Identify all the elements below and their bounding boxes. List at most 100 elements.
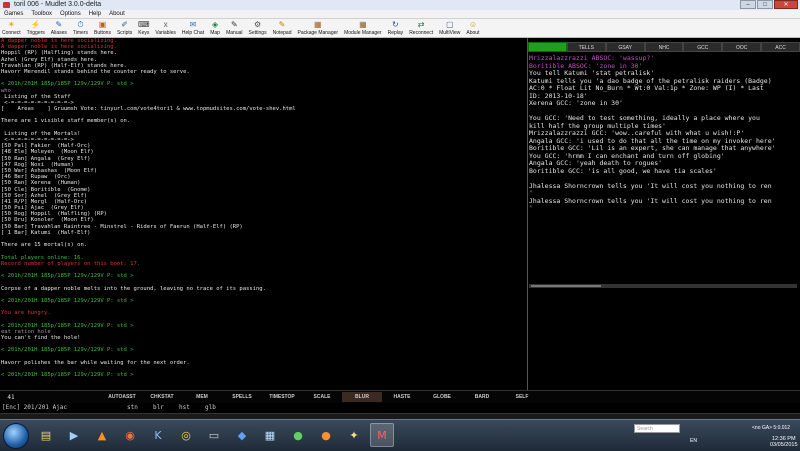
toolbar-manual-button[interactable]: ✎ Manual bbox=[226, 19, 242, 36]
firefox-icon[interactable]: ◉ bbox=[118, 423, 142, 447]
toolbar-reconnect-button[interactable]: ⇄ Reconnect bbox=[409, 19, 433, 36]
toolbar-keys-button[interactable]: ⌨ Keys bbox=[138, 19, 150, 36]
button-self[interactable]: SELF bbox=[502, 392, 542, 402]
toolbar-label: Map bbox=[210, 30, 220, 36]
menu-help[interactable]: Help bbox=[89, 10, 101, 18]
app-grid-icon[interactable]: ▦ bbox=[258, 423, 282, 447]
module-manager-icon: ▦ bbox=[359, 20, 367, 29]
menu-options[interactable]: Options bbox=[60, 10, 81, 18]
clock[interactable]: 12:36 PM 03/05/2015 bbox=[770, 436, 798, 448]
toolbar-package-manager-button[interactable]: ▦ Package Manager bbox=[297, 19, 338, 36]
button-spells[interactable]: SPELLS bbox=[222, 392, 262, 402]
app-orange-icon[interactable]: ● bbox=[314, 423, 338, 447]
menu-toolbox[interactable]: Toolbox bbox=[31, 10, 52, 18]
chat-tab-gsay[interactable]: GSAY bbox=[605, 42, 645, 52]
button-bard[interactable]: BARD bbox=[462, 392, 502, 402]
chat-tab-ooc[interactable]: OOC bbox=[722, 42, 762, 52]
chat-tab-nhc[interactable]: NHC bbox=[644, 42, 684, 52]
replay-icon: ↻ bbox=[392, 20, 399, 29]
toolbar-label: Notepad bbox=[272, 30, 292, 36]
button-blur[interactable]: BLUR bbox=[342, 392, 382, 402]
clock-date: 03/05/2015 bbox=[770, 442, 798, 448]
chat-tab-all[interactable] bbox=[528, 42, 567, 52]
file-explorer-icon[interactable]: ▤ bbox=[34, 423, 58, 447]
menu-about[interactable]: About bbox=[109, 10, 125, 18]
chat-tabs: TELLS GSAY NHC GCC OOC ACC bbox=[528, 42, 800, 54]
language-indicator[interactable]: EN bbox=[690, 438, 697, 444]
keys-icon: ⌨ bbox=[138, 20, 150, 29]
menu-games[interactable]: Games bbox=[4, 10, 23, 18]
chat-tab-tells[interactable]: TELLS bbox=[566, 42, 606, 52]
command-blr[interactable]: blr bbox=[153, 403, 164, 413]
button-haste[interactable]: HASTE bbox=[382, 392, 422, 402]
toolbar-settings-button[interactable]: ⚙ Settings bbox=[249, 19, 267, 36]
command-stn[interactable]: stn bbox=[127, 403, 138, 413]
media-player-icon[interactable]: ▶ bbox=[62, 423, 86, 447]
notepad-icon: ✎ bbox=[278, 20, 286, 29]
triggers-icon: ⚡ bbox=[30, 20, 41, 29]
connect-icon: ☀ bbox=[7, 20, 15, 29]
button-autoasst[interactable]: AUTOASST bbox=[102, 392, 142, 402]
mudlet-icon[interactable]: M bbox=[370, 423, 394, 447]
command-hst[interactable]: hst bbox=[179, 403, 190, 413]
app-monitor-icon[interactable]: ▭ bbox=[202, 423, 226, 447]
toolbar-aliases-button[interactable]: ✎ Aliases bbox=[51, 19, 67, 36]
toolbar-label: Module Manager bbox=[344, 30, 382, 36]
button-globe[interactable]: GLOBE bbox=[422, 392, 462, 402]
chrome-icon[interactable]: ◎ bbox=[174, 423, 198, 447]
package-manager-icon: ▦ bbox=[314, 20, 322, 29]
chat-tab-gcc[interactable]: GCC bbox=[683, 42, 723, 52]
toolbar-notepad-button[interactable]: ✎ Notepad bbox=[273, 19, 292, 36]
app-star-icon[interactable]: ✦ bbox=[342, 423, 366, 447]
toolbar-label: Scripts bbox=[116, 30, 133, 36]
chat-scroll-thumb[interactable] bbox=[531, 285, 601, 287]
toolbar-label: Help Chat bbox=[181, 30, 205, 36]
toolbar-label: Reconnect bbox=[409, 30, 434, 36]
aliases-icon: ✎ bbox=[55, 20, 63, 29]
vlc-icon[interactable]: ▲ bbox=[90, 423, 114, 447]
toolbar-label: Timers bbox=[72, 30, 88, 36]
toolbar-help-chat-button[interactable]: ✉ Help Chat bbox=[182, 19, 204, 36]
button-mem[interactable]: MEM bbox=[182, 392, 222, 402]
button-chkstat[interactable]: CHKSTAT bbox=[142, 392, 182, 402]
toolbar-buttons-button[interactable]: ▣ Buttons bbox=[94, 19, 111, 36]
scripts-icon: ✐ bbox=[121, 20, 128, 29]
toolbar-triggers-button[interactable]: ⚡ Triggers bbox=[27, 19, 45, 36]
toolbar-scripts-button[interactable]: ✐ Scripts bbox=[117, 19, 132, 36]
chat-empty-area bbox=[528, 290, 800, 390]
toolbar-label: Package Manager bbox=[297, 30, 339, 36]
command-glb[interactable]: glb bbox=[205, 403, 216, 413]
toolbar-timers-button[interactable]: ⏱ Timers bbox=[73, 19, 88, 36]
toolbar-map-button[interactable]: ◈ Map bbox=[210, 19, 220, 36]
toolbar-about-button[interactable]: ☺ About bbox=[466, 19, 479, 36]
toolbar-multiview-button[interactable]: ▢ MultiView bbox=[439, 19, 460, 36]
button-scale[interactable]: SCALE bbox=[302, 392, 342, 402]
taskbar-search-input[interactable]: Search bbox=[634, 424, 680, 433]
toolbar-connect-button[interactable]: ☀ Connect bbox=[2, 19, 21, 36]
app-blue-icon[interactable]: ◆ bbox=[230, 423, 254, 447]
button-bar-number: 41 bbox=[7, 393, 15, 401]
toolbar-label: Settings bbox=[248, 30, 267, 36]
toolbar-replay-button[interactable]: ↻ Replay bbox=[388, 19, 404, 36]
minimize-button[interactable]: – bbox=[740, 0, 756, 9]
close-button[interactable]: ✕ bbox=[774, 0, 798, 9]
maximize-button[interactable]: □ bbox=[757, 0, 773, 9]
chat-console[interactable]: Mrizzalazzrazzi ABSOC: 'wassup?' Boritibl… bbox=[529, 55, 797, 283]
toolbar-variables-button[interactable]: x Variables bbox=[155, 19, 175, 36]
toolbar-module-manager-button[interactable]: ▦ Module Manager bbox=[344, 19, 382, 36]
button-blank[interactable] bbox=[22, 392, 62, 402]
chat-tab-acc[interactable]: ACC bbox=[761, 42, 800, 52]
app-k-icon[interactable]: K bbox=[146, 423, 170, 447]
chat-scrollbar[interactable] bbox=[529, 284, 797, 288]
button-blank[interactable] bbox=[62, 392, 102, 402]
app-green-icon[interactable]: ● bbox=[286, 423, 310, 447]
main-console[interactable]: A dapper noble is here socializing. A dap… bbox=[0, 38, 527, 390]
start-button[interactable] bbox=[3, 423, 29, 449]
toolbar-label: Buttons bbox=[94, 30, 111, 36]
button-timestop[interactable]: TIMESTOP bbox=[262, 392, 302, 402]
tray-label: <no GA> 5:0.012 bbox=[752, 425, 791, 431]
toolbar-label: About bbox=[466, 30, 480, 36]
toolbar-label: Replay bbox=[387, 30, 404, 36]
command-row: [Enc] 201/201 Ajac stn blr hst glb bbox=[0, 403, 800, 413]
toolbar-label: Connect bbox=[2, 30, 21, 36]
